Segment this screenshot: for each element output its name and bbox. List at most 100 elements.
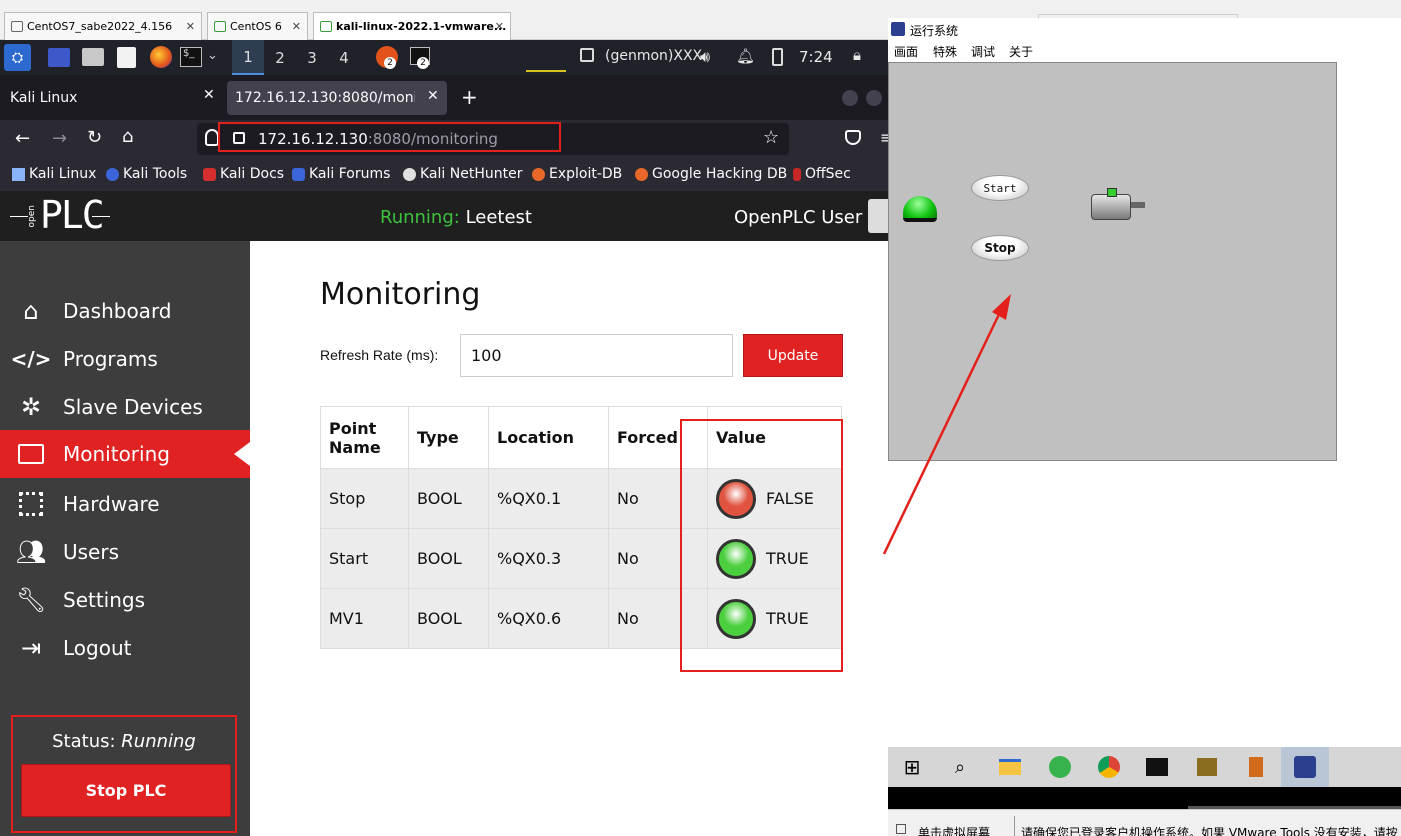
workspace-4[interactable]: 4	[328, 40, 360, 75]
vm-tab-centos6[interactable]: CentOS 6 ✕	[207, 12, 308, 40]
sidebar-item-label: Settings	[63, 588, 146, 612]
sidebar-item-users[interactable]: 👥︎ Users	[0, 528, 250, 576]
app-icon-2[interactable]	[1244, 755, 1268, 779]
lock-icon[interactable]: 🔒︎	[853, 46, 861, 64]
sidebar-item-slave-devices[interactable]: ✲ Slave Devices	[0, 383, 250, 431]
firefox-icon[interactable]	[150, 46, 172, 68]
bookmark-star-icon[interactable]: ☆	[763, 127, 779, 148]
stop-plc-button[interactable]: Stop PLC	[21, 764, 231, 817]
logo-line-right	[92, 216, 110, 217]
menu-item-about[interactable]: 关于	[1009, 43, 1033, 60]
bookmark-offsec[interactable]: OffSec	[793, 166, 851, 182]
360-browser-icon[interactable]	[1048, 755, 1072, 779]
bell-icon[interactable]: 🔔︎	[736, 47, 755, 65]
windows-start-icon[interactable]: ⊞	[900, 755, 924, 779]
volume-icon[interactable]: 🔊︎	[700, 47, 710, 67]
xfce-panel: ⛭ $_ ⌄ 1 2 3 4 2 2 (genmon)XXX 🔊︎ 🔔︎ 7:2…	[0, 40, 888, 75]
sidebar-item-label: Programs	[63, 347, 158, 371]
kali-tools-icon	[106, 167, 119, 181]
text-editor-icon[interactable]	[117, 47, 136, 68]
workspace-1[interactable]: 1	[232, 40, 264, 75]
sidebar-item-logout[interactable]: ⇥ Logout	[0, 624, 250, 672]
code-icon: </>	[10, 347, 52, 371]
bookmark-kali-tools[interactable]: Kali Tools	[106, 166, 187, 182]
vm-running-icon	[320, 21, 332, 32]
tab-label: 172.16.12.130:8080/monitoring	[235, 90, 415, 106]
kali-menu-icon[interactable]: ⛭	[4, 44, 31, 71]
logo-line-left	[10, 216, 28, 217]
sidebar-item-settings[interactable]: 🔧︎ Settings	[0, 576, 250, 624]
forward-icon[interactable]: →	[52, 128, 67, 149]
window-title: 运行系统	[910, 24, 959, 38]
sidebar-item-monitoring[interactable]: Monitoring	[0, 430, 250, 478]
chrome-icon[interactable]	[1097, 755, 1121, 779]
bookmark-kali-forums[interactable]: Kali Forums	[292, 166, 390, 182]
bookmark-kali-linux[interactable]: Kali Linux	[12, 166, 96, 182]
close-icon[interactable]: ✕	[203, 87, 215, 103]
page-title: Monitoring	[320, 277, 481, 312]
browser-tab-monitoring[interactable]: 172.16.12.130:8080/monitoring ✕	[227, 81, 447, 115]
terminal-icon[interactable]: $_	[180, 47, 202, 67]
bookmark-exploit-db[interactable]: Exploit-DB	[532, 166, 622, 182]
vm-tab-kali[interactable]: kali-linux-2022.1-vmware... ✕	[313, 12, 511, 40]
hmi-start-button[interactable]: Start	[971, 175, 1029, 201]
sidebar-item-label: Hardware	[63, 492, 160, 516]
vm-tab-centos7[interactable]: CentOS7_sabe2022_4.156 ✕	[4, 12, 202, 40]
minimize-icon[interactable]	[842, 90, 858, 106]
sidebar-item-label: Users	[63, 540, 120, 564]
bookmark-label: Kali Tools	[123, 166, 188, 182]
column-header: Point Name	[320, 406, 409, 469]
file-explorer-icon[interactable]	[998, 755, 1022, 779]
vmware-tab-strip: CentOS7_sabe2022_4.156 ✕ CentOS 6 ✕ kali…	[0, 0, 888, 40]
avatar[interactable]	[868, 199, 888, 233]
menu-item-screen[interactable]: 画面	[894, 43, 918, 60]
motor-icon	[1091, 188, 1145, 224]
status-divider	[1014, 816, 1015, 836]
update-button[interactable]: Update	[743, 334, 843, 377]
window-count-badge: 2	[384, 57, 396, 69]
search-icon[interactable]: ⌕	[948, 755, 972, 779]
refresh-rate-input[interactable]	[460, 334, 733, 377]
vmware-status-bar: 单击虚拟屏幕 请确保您已登录客户机操作系统。如果 VMware Tools 没有…	[888, 809, 1401, 836]
close-icon[interactable]: ✕	[427, 88, 439, 104]
hmi-stop-button[interactable]: Stop	[971, 235, 1029, 261]
workspace-2[interactable]: 2	[264, 40, 296, 75]
maximize-icon[interactable]	[866, 90, 882, 106]
close-icon[interactable]: ✕	[292, 20, 301, 33]
bookmark-kali-nethunter[interactable]: Kali NetHunter	[403, 166, 522, 182]
menu-item-debug[interactable]: 调试	[971, 43, 995, 60]
runtime-app-icon[interactable]	[1293, 755, 1317, 779]
show-desktop-icon[interactable]	[48, 48, 70, 67]
running-label: Running:	[380, 207, 460, 228]
close-icon[interactable]: ✕	[186, 20, 195, 33]
vm-icon	[11, 21, 23, 32]
reload-icon[interactable]: ↻	[87, 127, 102, 148]
home-icon[interactable]: ⌂	[122, 126, 133, 147]
openplc-header: open PLC Running: Leetest OpenPLC User	[0, 191, 888, 241]
app-icon-1[interactable]	[1195, 755, 1219, 779]
wrench-icon: 🔧︎	[15, 586, 47, 614]
pocket-icon[interactable]	[845, 130, 861, 145]
shield-icon[interactable]	[205, 129, 219, 146]
menu-item-special[interactable]: 特殊	[933, 43, 957, 60]
bookmark-google-hacking-db[interactable]: Google Hacking DB	[635, 166, 787, 182]
chevron-down-icon[interactable]: ⌄	[207, 48, 218, 63]
openplc-logo[interactable]: PLC	[40, 193, 105, 237]
sidebar-item-dashboard[interactable]: ⌂ Dashboard	[0, 287, 250, 335]
chip-icon	[14, 487, 48, 521]
user-name[interactable]: OpenPLC User	[734, 207, 862, 228]
bookmark-kali-docs[interactable]: Kali Docs	[203, 166, 284, 182]
new-tab-icon[interactable]: +	[461, 85, 478, 109]
clock[interactable]: 7:24	[799, 48, 833, 66]
back-icon[interactable]: ←	[15, 128, 30, 149]
cmd-icon[interactable]	[1145, 755, 1169, 779]
sidebar-item-hardware[interactable]: Hardware	[0, 480, 250, 528]
workspace-label: 2	[275, 48, 285, 67]
column-header: Type	[408, 406, 489, 469]
sidebar-item-programs[interactable]: </> Programs	[0, 335, 250, 383]
close-icon[interactable]: ✕	[495, 20, 504, 33]
workspace-label: 3	[307, 48, 317, 67]
workspace-3[interactable]: 3	[296, 40, 328, 75]
browser-tab-kali[interactable]: Kali Linux ✕	[0, 75, 225, 120]
file-manager-icon[interactable]	[82, 48, 104, 66]
